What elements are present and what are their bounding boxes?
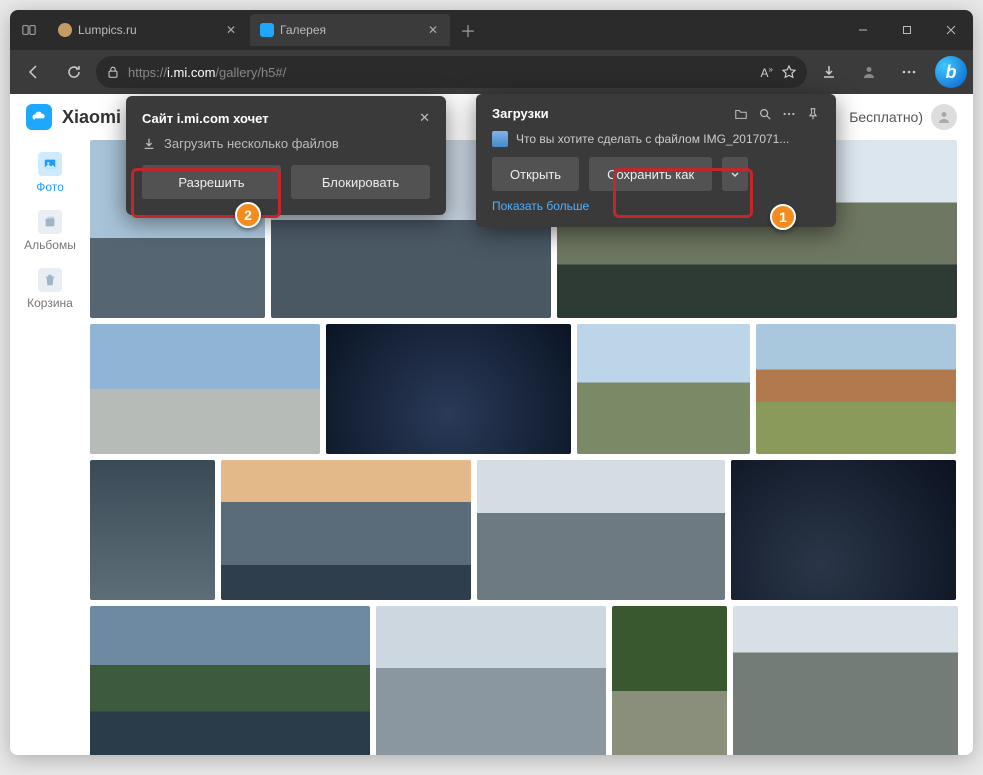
lock-icon bbox=[106, 65, 120, 79]
photo-thumb[interactable] bbox=[90, 324, 320, 454]
more-button[interactable] bbox=[891, 54, 927, 90]
favicon-icon bbox=[58, 23, 72, 37]
search-icon[interactable] bbox=[758, 107, 772, 121]
new-tab-button[interactable]: ＋ bbox=[452, 18, 484, 42]
album-icon bbox=[38, 210, 62, 234]
url-text: https://i.mi.com/gallery/h5#/ bbox=[128, 65, 753, 80]
save-as-button[interactable]: Сохранить как bbox=[589, 157, 712, 191]
brand-text: Xiaomi bbox=[62, 107, 121, 128]
permission-title: Сайт i.mi.com хочет bbox=[142, 111, 269, 126]
photo-thumb[interactable] bbox=[731, 460, 956, 600]
photo-thumb[interactable] bbox=[376, 606, 606, 755]
pin-icon[interactable] bbox=[806, 107, 820, 121]
bing-chat-button[interactable]: b bbox=[935, 56, 967, 88]
profile-button[interactable] bbox=[851, 54, 887, 90]
photo-thumb[interactable] bbox=[612, 606, 727, 755]
browser-toolbar: https://i.mi.com/gallery/h5#/ A» b bbox=[10, 50, 973, 94]
photo-thumb[interactable] bbox=[477, 460, 725, 600]
download-icon bbox=[142, 137, 156, 151]
permission-popup: Сайт i.mi.com хочет ✕ Загрузить нескольк… bbox=[126, 96, 446, 215]
photo-grid bbox=[90, 140, 973, 755]
favorite-icon[interactable] bbox=[781, 64, 797, 80]
permission-request: Загрузить несколько файлов bbox=[164, 136, 339, 151]
folder-icon[interactable] bbox=[734, 107, 748, 121]
callout-badge-2: 2 bbox=[235, 202, 261, 228]
sidebar-item-trash[interactable]: Корзина bbox=[27, 268, 73, 310]
window-minimize-button[interactable] bbox=[841, 10, 885, 50]
allow-button[interactable]: Разрешить bbox=[142, 165, 281, 199]
photo-thumb[interactable] bbox=[326, 324, 571, 454]
photo-icon bbox=[38, 152, 62, 176]
close-icon[interactable]: ✕ bbox=[419, 110, 430, 126]
trash-icon bbox=[38, 268, 62, 292]
sidebar-item-label: Корзина bbox=[27, 296, 73, 310]
photo-thumb[interactable] bbox=[577, 324, 750, 454]
sidebar-item-label: Альбомы bbox=[24, 238, 76, 252]
window-close-button[interactable] bbox=[929, 10, 973, 50]
close-tab-icon[interactable]: ✕ bbox=[224, 23, 238, 37]
save-as-chevron[interactable] bbox=[722, 157, 748, 191]
xiaomi-cloud-logo-icon bbox=[26, 104, 52, 130]
block-button[interactable]: Блокировать bbox=[291, 165, 430, 199]
close-tab-icon[interactable]: ✕ bbox=[426, 23, 440, 37]
open-button[interactable]: Открыть bbox=[492, 157, 579, 191]
photo-thumb[interactable] bbox=[733, 606, 958, 755]
download-file-line: Что вы хотите сделать с файлом IMG_20170… bbox=[516, 132, 789, 146]
tab-actions-icon[interactable] bbox=[10, 23, 48, 37]
sidebar-item-photos[interactable]: Фото bbox=[36, 152, 64, 194]
read-aloud-icon[interactable]: A» bbox=[761, 65, 773, 80]
window-maximize-button[interactable] bbox=[885, 10, 929, 50]
photo-thumb[interactable] bbox=[90, 460, 215, 600]
favicon-icon bbox=[260, 23, 274, 37]
tab-lumpics[interactable]: Lumpics.ru ✕ bbox=[48, 14, 248, 46]
address-bar[interactable]: https://i.mi.com/gallery/h5#/ A» bbox=[96, 56, 807, 88]
downloads-title: Загрузки bbox=[492, 106, 724, 121]
tab-gallery[interactable]: Галерея ✕ bbox=[250, 14, 450, 46]
titlebar: Lumpics.ru ✕ Галерея ✕ ＋ bbox=[10, 10, 973, 50]
tab-title: Lumpics.ru bbox=[78, 23, 218, 37]
photo-thumb[interactable] bbox=[756, 324, 956, 454]
refresh-button[interactable] bbox=[56, 54, 92, 90]
avatar[interactable] bbox=[931, 104, 957, 130]
photo-thumb[interactable] bbox=[90, 606, 370, 755]
more-icon[interactable] bbox=[782, 107, 796, 121]
file-icon bbox=[492, 131, 508, 147]
sidebar: Фото Альбомы Корзина bbox=[10, 140, 90, 755]
downloads-button[interactable] bbox=[811, 54, 847, 90]
callout-badge-1: 1 bbox=[770, 204, 796, 230]
header-right-label: Бесплатно) bbox=[849, 109, 923, 125]
back-button[interactable] bbox=[16, 54, 52, 90]
photo-thumb[interactable] bbox=[221, 460, 471, 600]
sidebar-item-label: Фото bbox=[36, 180, 64, 194]
sidebar-item-albums[interactable]: Альбомы bbox=[24, 210, 76, 252]
tab-title: Галерея bbox=[280, 23, 420, 37]
